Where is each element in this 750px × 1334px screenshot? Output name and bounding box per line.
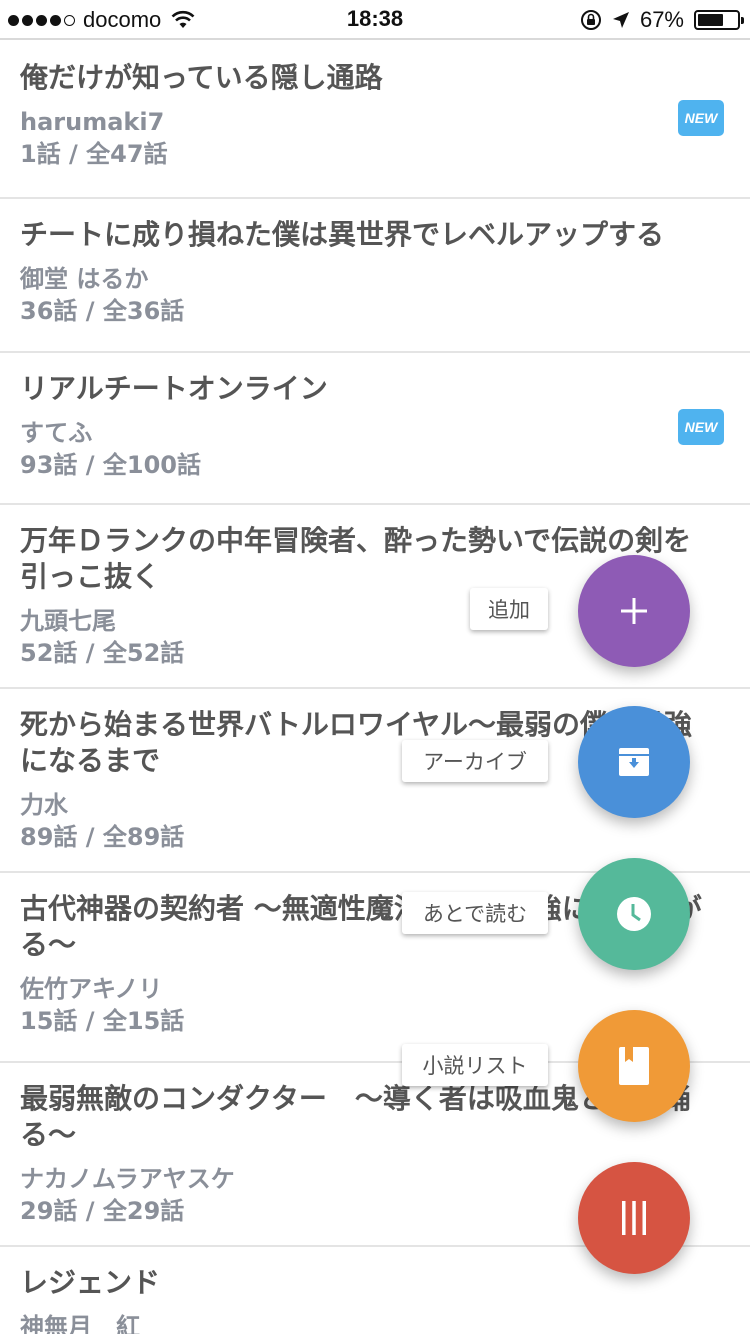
read-later-button[interactable] — [578, 858, 690, 970]
add-button[interactable] — [578, 555, 690, 667]
novel-author: 神無月 紅 — [20, 1313, 140, 1334]
novel-title: 俺だけが知っている隠し通路 — [20, 61, 383, 94]
novel-episode-count: 1話 / 全47話 — [20, 140, 168, 168]
novel-list-label[interactable]: 小説リスト — [402, 1044, 548, 1086]
battery-percent: 67% — [639, 7, 684, 32]
new-badge: NEW — [678, 409, 724, 445]
book-icon — [619, 1047, 649, 1085]
novel-title: チートに成り損ねた僕は異世界でレベルアップする — [20, 218, 665, 251]
novel-title: リアルチートオンライン — [20, 372, 328, 405]
menu-toggle-button[interactable] — [578, 1162, 690, 1274]
novel-author: 御堂 はるか — [20, 265, 149, 293]
clock-icon — [617, 897, 651, 931]
menu-bars-icon — [622, 1201, 646, 1235]
novel-list-item[interactable]: リアルチートオンライン すてふ 93話 / 全100話 NEW — [0, 353, 750, 505]
archive-label[interactable]: アーカイブ — [402, 740, 548, 782]
novel-episode-count: 93話 / 全100話 — [20, 451, 201, 479]
novel-list-button[interactable] — [578, 1010, 690, 1122]
novel-list-item[interactable]: 俺だけが知っている隠し通路 harumaki7 1話 / 全47話 NEW — [0, 42, 750, 199]
add-label[interactable]: 追加 — [470, 588, 548, 630]
novel-episode-count: 36話 / 全36話 — [20, 297, 185, 325]
location-arrow-icon — [612, 12, 629, 28]
archive-icon — [619, 748, 649, 776]
novel-list: 俺だけが知っている隠し通路 harumaki7 1話 / 全47話 NEW チー… — [0, 42, 750, 1334]
plus-icon — [621, 598, 647, 624]
novel-author: すてふ — [20, 419, 93, 447]
novel-author: 佐竹アキノリ — [20, 975, 163, 1003]
rotation-lock-icon — [580, 10, 601, 30]
new-badge: NEW — [678, 100, 724, 136]
novel-author: harumaki7 — [20, 108, 165, 136]
archive-button[interactable] — [578, 706, 690, 818]
read-later-label[interactable]: あとで読む — [402, 892, 548, 934]
novel-list-item[interactable]: チートに成り損ねた僕は異世界でレベルアップする 御堂 はるか 36話 / 全36… — [0, 199, 750, 353]
status-bar: docomo 18:38 67% — [0, 0, 750, 40]
battery-icon — [694, 10, 744, 30]
novel-episode-count: 89話 / 全89話 — [20, 823, 185, 851]
